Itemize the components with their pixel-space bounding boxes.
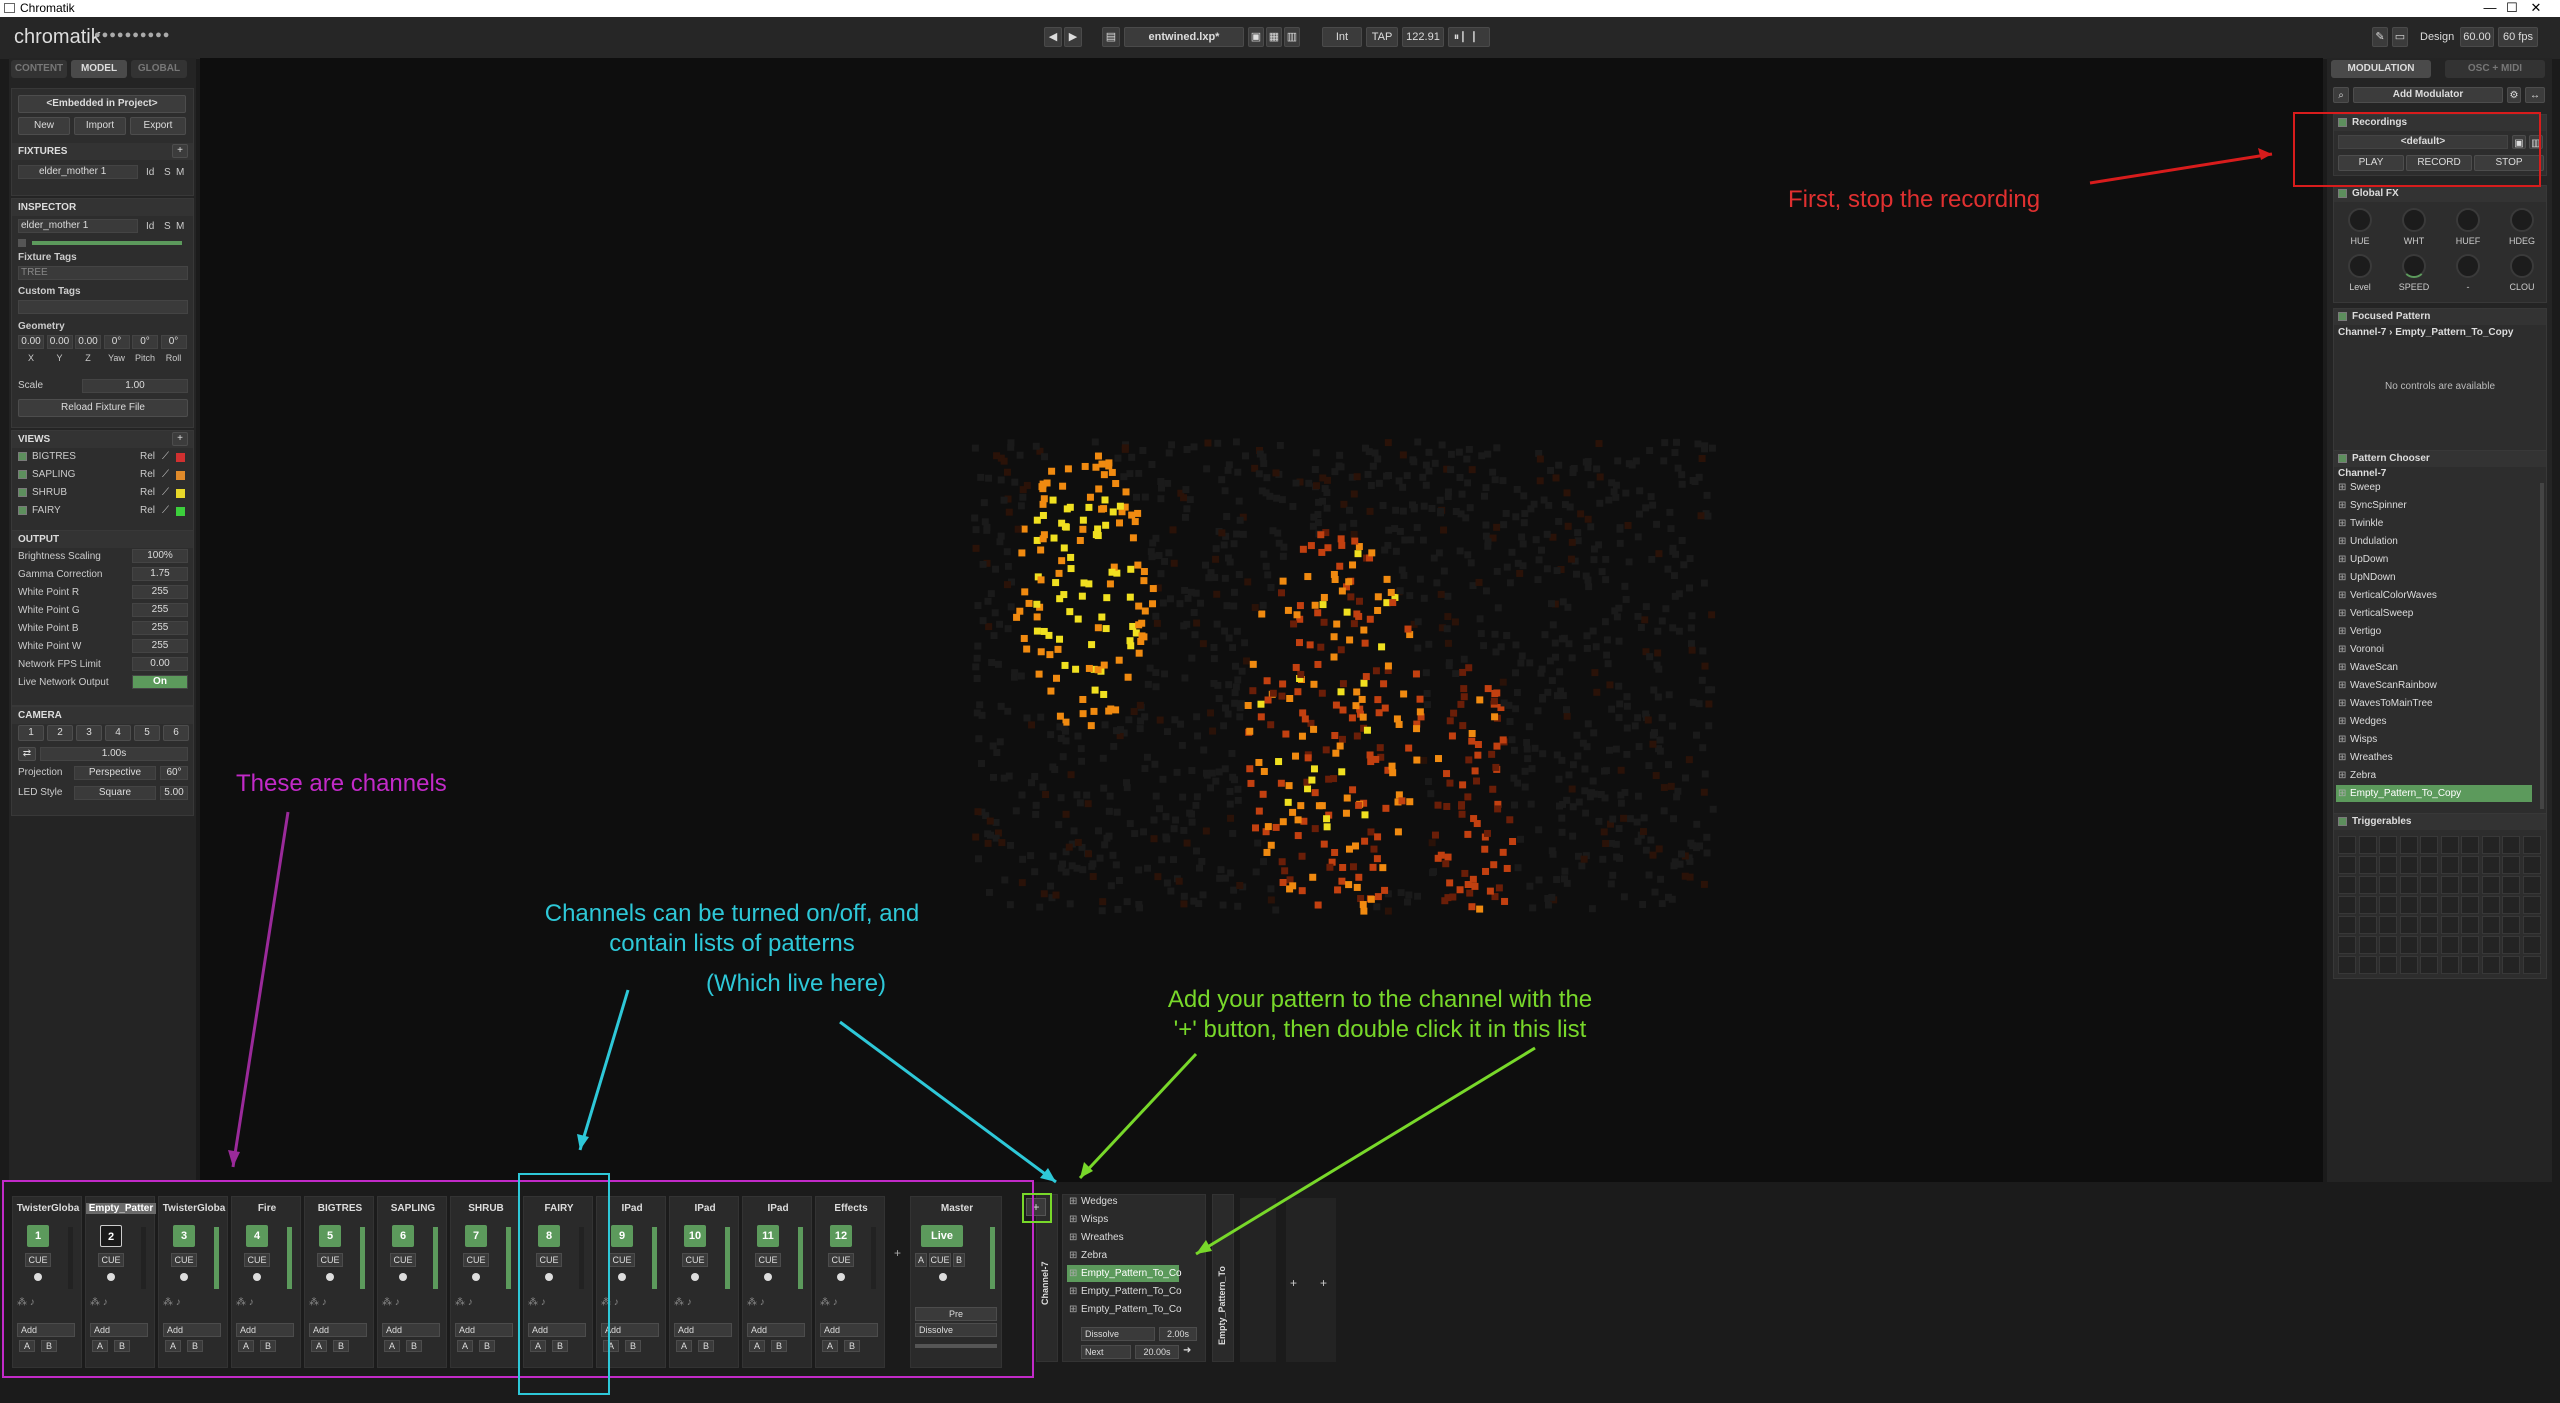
- green-arrow-1: [1078, 1052, 1198, 1180]
- green-arrowhead-2: [1196, 1240, 1212, 1254]
- annotation-add-1: Add your pattern to the channel with the: [1167, 986, 1593, 1013]
- cyan-arrow-2: [839, 1020, 1057, 1184]
- red-arrowhead: [2258, 148, 2272, 160]
- red-arrow: [2089, 152, 2273, 185]
- annotation-stop-recording: First, stop the recording: [1788, 186, 2041, 213]
- green-arrow-2: [1195, 1046, 1536, 1256]
- annotation-live-here: (Which live here): [706, 970, 887, 997]
- annotation-onoff-2: contain lists of patterns: [609, 930, 855, 957]
- annotation-add-2: '+' button, then double click it in this…: [1173, 1016, 1587, 1043]
- fairy-channel-highlight-box: [518, 1173, 610, 1395]
- purple-arrow: [231, 811, 290, 1168]
- add-button-highlight-box: [1022, 1193, 1052, 1223]
- annotation-channels: These are channels: [236, 770, 447, 797]
- cyan-arrow-1: [578, 989, 630, 1151]
- purple-arrowhead: [228, 1150, 240, 1167]
- annotation-onoff-1: Channels can be turned on/off, and: [544, 900, 920, 927]
- cyan-arrowhead-1: [577, 1134, 589, 1150]
